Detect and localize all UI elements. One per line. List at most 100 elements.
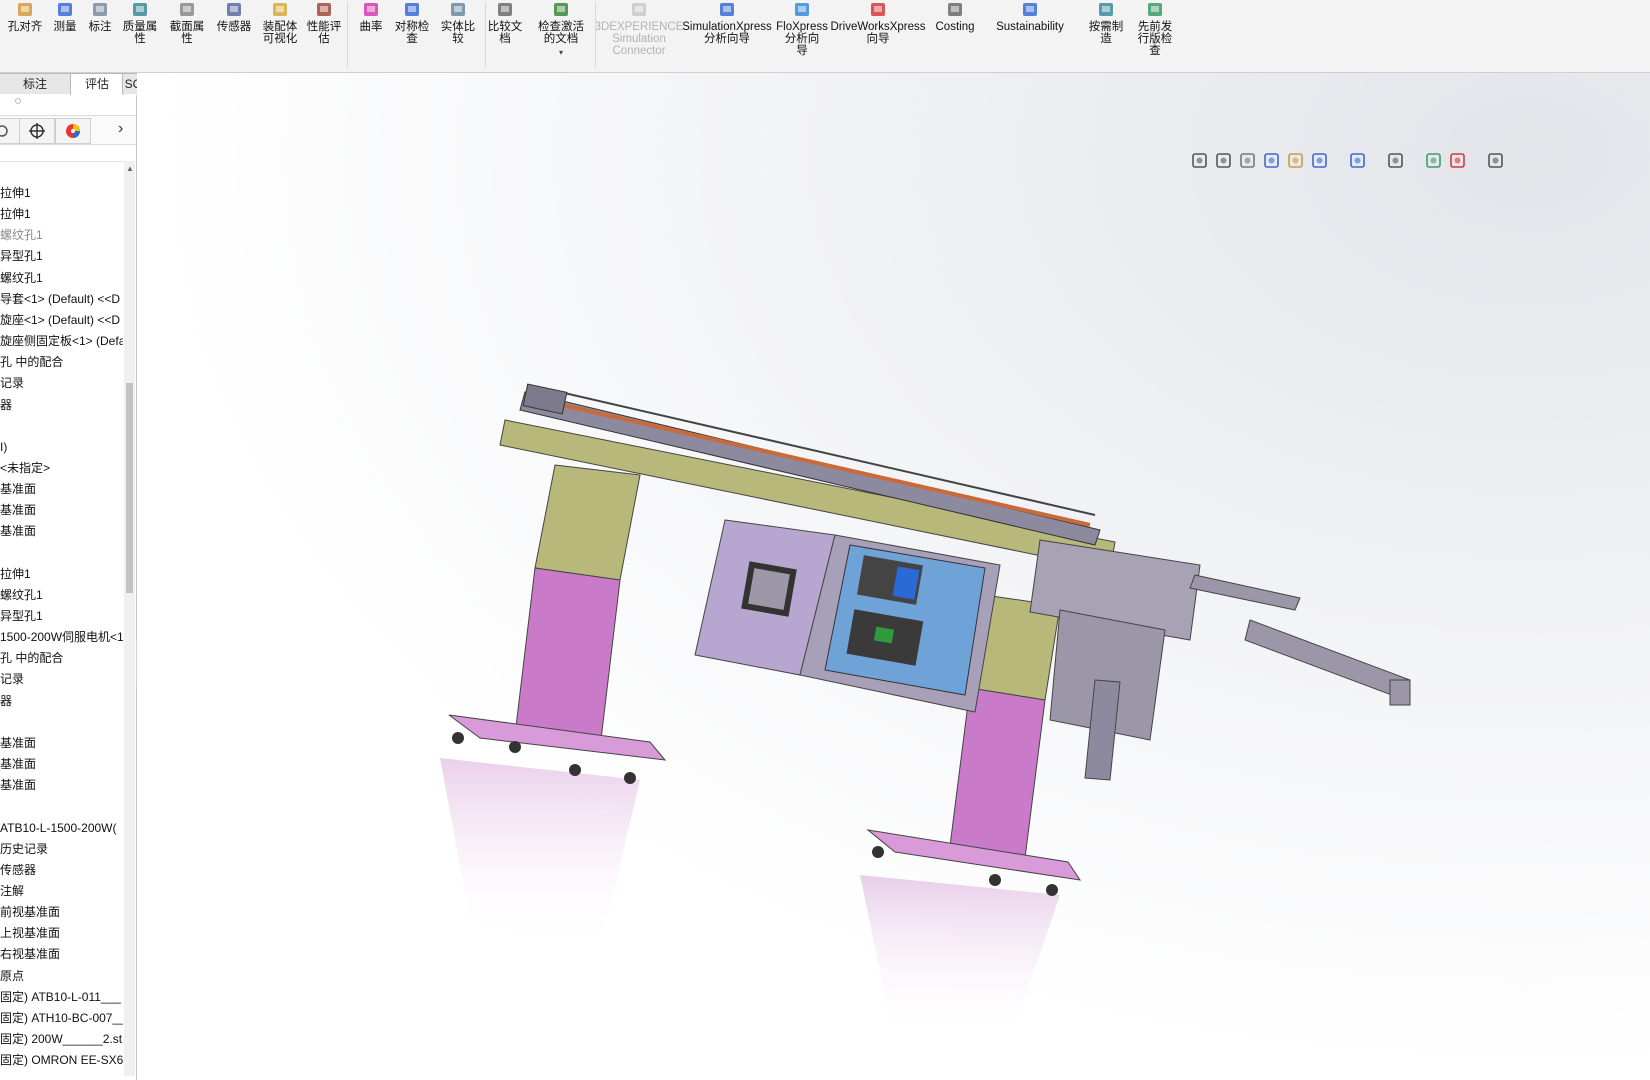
costing-button[interactable]: Costing <box>925 2 985 33</box>
tree-item[interactable]: 固定) ATH10-BC-007__ <box>0 1008 123 1028</box>
ribbon-button-label: 孔对齐 <box>7 21 43 33</box>
previous-view-icon[interactable] <box>1238 151 1258 171</box>
tree-item[interactable]: 基准面 <box>0 521 123 541</box>
tree-item[interactable]: 拉伸1 <box>0 204 123 224</box>
ribbon-button-label: 比较文 档 <box>487 21 523 45</box>
tree-item[interactable]: 螺纹孔1 <box>0 585 123 605</box>
tree-item[interactable]: 器 <box>0 691 123 711</box>
zoom-to-fit-icon[interactable] <box>1190 151 1210 171</box>
previous-release-check-button[interactable]: 先前发 行版检 查 <box>1130 2 1180 57</box>
sensor-button[interactable]: 传感器 <box>214 2 254 33</box>
tree-item[interactable] <box>0 416 123 436</box>
tree-item[interactable]: 原点 <box>0 966 123 986</box>
tree-item[interactable]: <未指定> <box>0 458 123 478</box>
manufacture-on-demand-button[interactable]: 按需制 造 <box>1084 2 1128 45</box>
tree-item[interactable]: I) <box>0 437 123 457</box>
compare-documents-button[interactable]: 比较文 档 <box>484 2 526 45</box>
tree-item[interactable]: 螺纹孔1 <box>0 225 123 245</box>
tree-item[interactable]: 孔 中的配合 <box>0 352 123 372</box>
tree-item[interactable]: 旋座<1> (Default) <<D <box>0 310 123 330</box>
curvature-button[interactable]: 曲率 <box>355 2 387 33</box>
tree-item[interactable]: 器 <box>0 395 123 415</box>
scroll-up-arrow[interactable]: ▲ <box>126 164 134 173</box>
graphics-area[interactable] <box>137 73 1650 1080</box>
tab-0[interactable]: 标注 <box>0 73 72 94</box>
assembly-visualization-button[interactable]: 装配体 可视化 <box>258 2 302 45</box>
display-style-icon[interactable] <box>1348 151 1368 171</box>
tree-item[interactable]: 固定) ATB10-L-011___ <box>0 987 123 1007</box>
tree-item[interactable]: 传感器 <box>0 860 123 880</box>
assembly-model[interactable] <box>137 73 1650 1080</box>
tree-item[interactable]: 旋座侧固定板<1> (Defa <box>0 331 123 351</box>
dynamic-annotation-icon[interactable] <box>1286 151 1306 171</box>
tree-item[interactable]: 基准面 <box>0 775 123 795</box>
sustainability-button[interactable]: Sustainability <box>990 2 1070 33</box>
ribbon-button-label: 截面属 性 <box>169 21 205 45</box>
tree-item[interactable]: 固定) 200W______2.st <box>0 1029 123 1049</box>
markup-button[interactable]: 标注 <box>85 2 115 33</box>
body-compare-button[interactable]: 实体比 较 <box>438 2 478 45</box>
check-active-document-button[interactable]: 检查激活 的文档 ▾ <box>534 2 588 59</box>
tree-item[interactable]: 注解 <box>0 881 123 901</box>
section-properties-button[interactable]: 截面属 性 <box>167 2 207 45</box>
apply-scene-icon[interactable] <box>1448 151 1468 171</box>
mass-properties-button[interactable]: 质量属 性 <box>120 2 160 45</box>
tab-dimxpert-manager[interactable] <box>19 118 55 144</box>
tree-item[interactable]: 拉伸1 <box>0 183 123 203</box>
view-orientation-icon[interactable] <box>1310 151 1330 171</box>
tab-display-manager[interactable] <box>55 118 91 144</box>
3dexperience-button[interactable]: 3DEXPERIENCE Simulation Connector <box>595 2 683 57</box>
scrollbar-thumb[interactable] <box>126 383 133 593</box>
floxpress-button[interactable]: FloXpress 分析向 导 <box>772 2 832 57</box>
view-settings-icon[interactable] <box>1486 151 1506 171</box>
filter-box[interactable] <box>0 147 124 162</box>
simulationxpress-button[interactable]: SimulationXpress 分析向导 <box>680 2 774 45</box>
tree-item[interactable]: ATB10-L-1500-200W( <box>0 818 123 838</box>
tree-item[interactable]: 基准面 <box>0 733 123 753</box>
ribbon-button-label: 3DEXPERIENCE Simulation Connector <box>594 21 684 57</box>
panel-splitter-dot[interactable] <box>15 98 21 104</box>
tree-item[interactable]: 记录 <box>0 373 123 393</box>
dropdown-arrow-icon[interactable]: ▾ <box>559 47 563 59</box>
ribbon-button-label: 标注 <box>88 21 112 33</box>
tree-scrollbar[interactable]: ▲ <box>124 161 135 1076</box>
ribbon-button-label: 性能评 估 <box>306 21 342 45</box>
measure-button[interactable]: 测量 <box>50 2 80 33</box>
tree-item[interactable]: 拉伸1 <box>0 564 123 584</box>
tab-1[interactable]: 评估 <box>70 73 124 95</box>
tree-item[interactable]: 基准面 <box>0 754 123 774</box>
body-compare-icon <box>451 3 465 16</box>
tree-item[interactable]: 右视基准面 <box>0 944 123 964</box>
driveworksxpress-button[interactable]: DriveWorksXpress 向导 <box>828 2 928 45</box>
performance-evaluation-button[interactable]: 性能评 估 <box>304 2 344 45</box>
tree-item[interactable]: 异型孔1 <box>0 606 123 626</box>
chevron-right-icon[interactable]: › <box>118 120 123 138</box>
hide-show-icon[interactable] <box>1386 151 1406 171</box>
tab-configuration-manager[interactable] <box>0 118 20 144</box>
tree-item[interactable]: 上视基准面 <box>0 923 123 943</box>
section-view-icon[interactable] <box>1262 151 1282 171</box>
tree-item[interactable]: 异型孔1 <box>0 246 123 266</box>
ribbon-separator <box>485 2 486 68</box>
tree-item[interactable]: 记录 <box>0 669 123 689</box>
crosshair-icon <box>29 123 45 139</box>
ribbon-button-label: 检查激活 的文档 <box>538 21 584 45</box>
tree-item[interactable] <box>0 796 123 816</box>
tree-item[interactable]: 前视基准面 <box>0 902 123 922</box>
tree-item[interactable]: 1500-200W伺服电机<1 <box>0 627 123 647</box>
tree-item[interactable] <box>0 712 123 732</box>
ribbon-button-label: Costing <box>935 21 975 33</box>
zoom-area-icon[interactable] <box>1214 151 1234 171</box>
edit-appearance-icon[interactable] <box>1424 151 1444 171</box>
tree-item[interactable]: 基准面 <box>0 500 123 520</box>
tree-item[interactable]: 螺纹孔1 <box>0 268 123 288</box>
tree-item[interactable]: 基准面 <box>0 479 123 499</box>
tree-item[interactable]: 历史记录 <box>0 839 123 859</box>
tree-item[interactable]: 固定) OMRON EE-SX67 <box>0 1050 123 1070</box>
tree-item[interactable]: 导套<1> (Default) <<D <box>0 289 123 309</box>
symmetry-check-button[interactable]: 对称检 查 <box>392 2 432 45</box>
hole-align-button[interactable]: 孔对齐 <box>6 2 44 33</box>
ribbon-button-label: 质量属 性 <box>122 21 158 45</box>
tree-item[interactable]: 孔 中的配合 <box>0 648 123 668</box>
tree-item[interactable] <box>0 543 123 563</box>
